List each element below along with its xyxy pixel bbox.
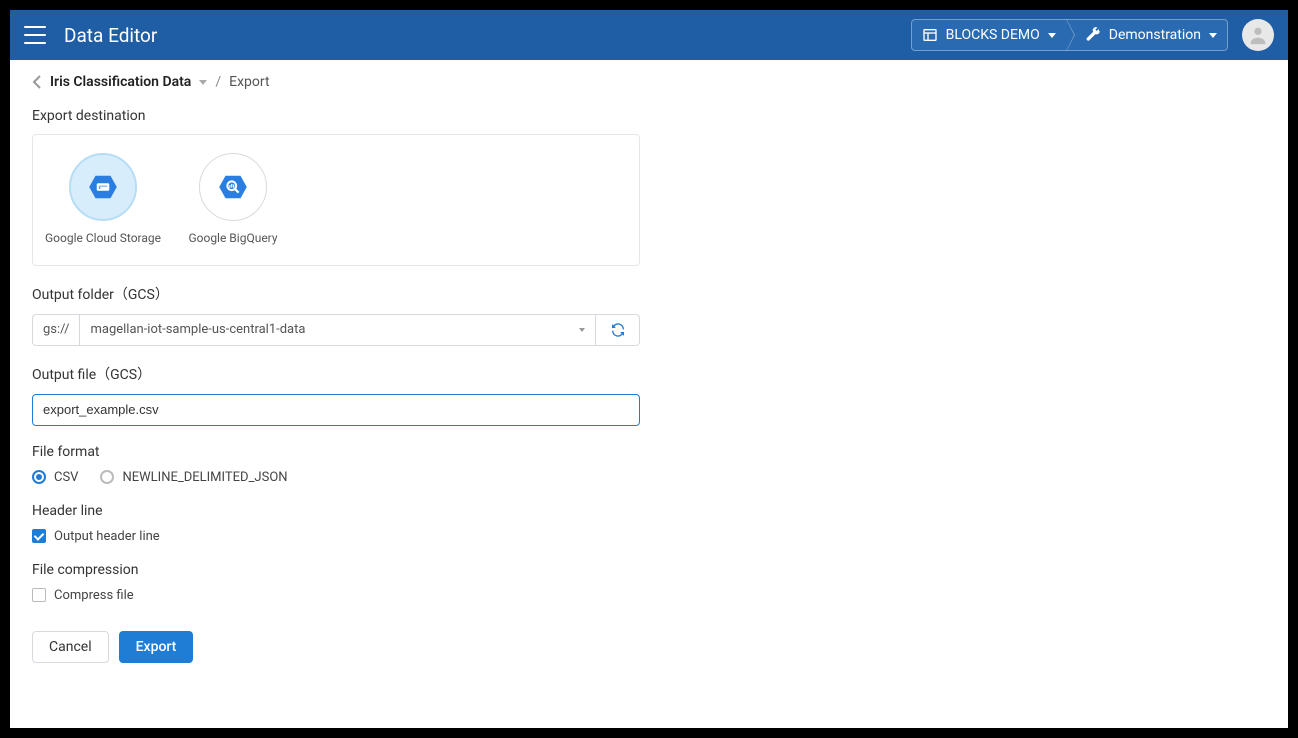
export-button[interactable]: Export xyxy=(119,631,194,663)
back-icon[interactable] xyxy=(32,75,42,89)
wrench-icon xyxy=(1085,27,1101,43)
folder-value: magellan-iot-sample-us-central1-data xyxy=(90,322,305,337)
destination-gcs[interactable]: Google Cloud Storage xyxy=(43,153,163,247)
checkbox-header[interactable] xyxy=(32,529,46,543)
label-destination: Export destination xyxy=(32,108,1266,124)
app-title: Data Editor xyxy=(64,24,157,47)
caret-down-icon[interactable] xyxy=(199,80,207,85)
demo-label: Demonstration xyxy=(1109,27,1201,43)
radio-icon xyxy=(32,470,46,484)
checkbox-header-label: Output header line xyxy=(54,529,160,544)
radio-csv-label: CSV xyxy=(54,470,78,485)
destination-box: Google Cloud Storage Google BigQuery xyxy=(32,134,640,266)
cancel-button[interactable]: Cancel xyxy=(32,631,109,663)
destination-bigquery-label: Google BigQuery xyxy=(188,231,277,247)
user-icon xyxy=(1247,24,1269,46)
project-selector[interactable]: BLOCKS DEMO xyxy=(911,19,1067,51)
output-file-input[interactable] xyxy=(32,394,640,426)
project-label: BLOCKS DEMO xyxy=(946,27,1040,43)
breadcrumb-title[interactable]: Iris Classification Data xyxy=(50,74,191,90)
checkbox-compress[interactable] xyxy=(32,588,46,602)
app-header: Data Editor BLOCKS DEMO Demonstration xyxy=(10,10,1288,60)
caret-down-icon xyxy=(1209,33,1217,38)
destination-gcs-label: Google Cloud Storage xyxy=(45,231,161,247)
breadcrumb-current: Export xyxy=(229,74,269,90)
project-icon xyxy=(922,27,938,43)
checkbox-compress-label: Compress file xyxy=(54,588,134,603)
radio-json-label: NEWLINE_DELIMITED_JSON xyxy=(122,470,287,485)
label-output-file: Output file（GCS） xyxy=(32,364,1266,384)
breadcrumb: Iris Classification Data / Export xyxy=(32,74,1266,90)
demo-selector[interactable]: Demonstration xyxy=(1067,19,1228,51)
refresh-icon xyxy=(610,322,626,338)
folder-select[interactable]: magellan-iot-sample-us-central1-data xyxy=(80,314,596,346)
caret-down-icon xyxy=(1048,33,1056,38)
chevron-down-icon xyxy=(579,328,585,332)
folder-prefix: gs:// xyxy=(32,314,80,346)
label-output-folder: Output folder（GCS） xyxy=(32,284,1266,304)
menu-icon[interactable] xyxy=(24,26,46,44)
avatar[interactable] xyxy=(1242,19,1274,51)
destination-bigquery[interactable]: Google BigQuery xyxy=(173,153,293,247)
label-header-line: Header line xyxy=(32,503,1266,519)
gcs-icon xyxy=(88,172,118,202)
label-file-compression: File compression xyxy=(32,562,1266,578)
breadcrumb-separator: / xyxy=(215,74,221,90)
radio-icon xyxy=(100,470,114,484)
label-file-format: File format xyxy=(32,444,1266,460)
radio-json[interactable]: NEWLINE_DELIMITED_JSON xyxy=(100,470,287,485)
radio-csv[interactable]: CSV xyxy=(32,470,78,485)
refresh-button[interactable] xyxy=(596,314,640,346)
bigquery-icon xyxy=(218,172,248,202)
